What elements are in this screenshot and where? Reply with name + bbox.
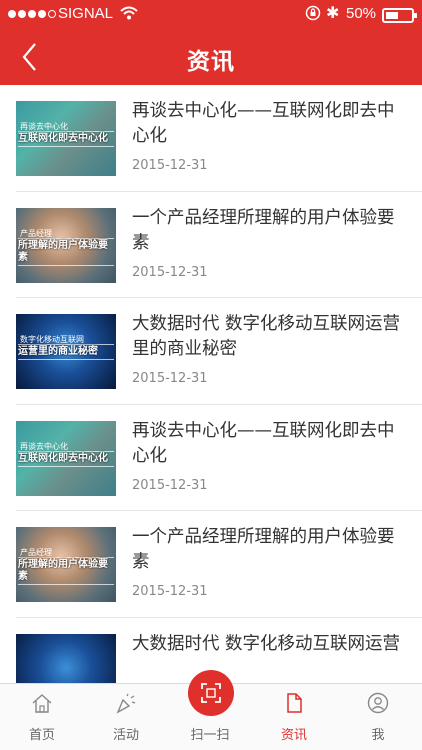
news-title: 大数据时代 数字化移动互联网运营里的商业秘密 [132, 314, 401, 359]
news-item[interactable]: 数字化移动互联网 运营里的商业秘密 大数据时代 数字化移动互联网运营里的商业秘密 20… [16, 298, 422, 405]
tab-activity-label: 活动 [112, 728, 139, 743]
news-item[interactable]: 再谈去中心化 互联网化即去中心化 再谈去中心化——互联网化即去中心化 2015-12-… [16, 85, 422, 192]
news-thumbnail: 再谈去中心化 互联网化即去中心化 [16, 101, 116, 176]
party-icon [116, 693, 136, 714]
tab-me[interactable]: 我 [336, 684, 420, 750]
carrier-name: SIGNAL [58, 5, 114, 22]
battery-icon [382, 8, 417, 23]
tab-activity[interactable]: 活动 [84, 684, 168, 750]
thumbnail-caption: 互联网化即去中心化 [18, 450, 114, 467]
thumbnail-caption: 互联网化即去中心化 [18, 131, 114, 147]
news-title: 大数据时代 数字化移动互联网运营 [132, 633, 401, 654]
document-icon [287, 693, 302, 713]
tab-scan[interactable]: 扫一扫 [168, 670, 252, 750]
news-item[interactable]: 再谈去中心化 互联网化即去中心化 再谈去中心化——互联网化即去中心化 2015-12-… [16, 405, 422, 511]
status-bar: SIGNAL ✱ 50% [0, 0, 422, 28]
bluetooth-icon: ✱ [326, 3, 340, 22]
tab-news-label: 资讯 [280, 728, 307, 743]
tab-home[interactable]: 首页 [0, 684, 84, 750]
scan-icon [201, 683, 221, 703]
thumbnail-caption: 运营里的商业秘密 [18, 344, 114, 360]
news-date: 2015-12-31 [132, 158, 208, 173]
tab-scan-label: 扫一扫 [190, 728, 230, 743]
tab-me-label: 我 [371, 728, 385, 743]
news-date: 2015-12-31 [132, 264, 208, 280]
news-date: 2015-12-31 [132, 371, 208, 386]
thumbnail-caption: 所理解的用户体验要素 [18, 237, 114, 266]
news-item[interactable]: 产品经理 所理解的用户体验要素 一个产品经理所理解的用户体验要素 2015-12-31 [16, 192, 422, 298]
battery-level [386, 12, 398, 19]
news-title: 再谈去中心化——互联网化即去中心化 [132, 101, 395, 146]
home-icon [32, 694, 52, 713]
news-thumbnail: 再谈去中心化 互联网化即去中心化 [16, 420, 116, 496]
news-thumbnail: 数字化移动互联网 运营里的商业秘密 [16, 314, 116, 389]
thumbnail-caption: 所理解的用户体验要素 [18, 557, 114, 585]
wifi-icon [120, 6, 138, 20]
tab-bar: 首页 活动 扫一扫 资讯 我 [0, 670, 422, 750]
news-title: 再谈去中心化——互联网化即去中心化 [132, 420, 395, 466]
rotation-lock-icon [305, 5, 321, 21]
page-title: 资讯 [187, 49, 235, 75]
news-list: 再谈去中心化 互联网化即去中心化 再谈去中心化——互联网化即去中心化 2015-12-… [0, 85, 422, 683]
news-date: 2015-12-31 [132, 477, 208, 493]
news-title: 一个产品经理所理解的用户体验要素 [132, 527, 395, 572]
news-item[interactable]: 产品经理 所理解的用户体验要素 一个产品经理所理解的用户体验要素 2015-12-31 [16, 511, 422, 618]
scan-button[interactable] [188, 670, 234, 716]
news-thumbnail [16, 633, 116, 683]
news-date: 2015-12-31 [132, 584, 208, 599]
battery-percent: 50% [346, 5, 377, 22]
app-header: SIGNAL ✱ 50% 资讯 [0, 0, 422, 85]
news-thumbnail: 产品经理 所理解的用户体验要素 [16, 207, 116, 283]
news-thumbnail: 产品经理 所理解的用户体验要素 [16, 527, 116, 602]
signal-strength-icon [8, 10, 56, 18]
profile-icon [367, 692, 389, 714]
tab-home-label: 首页 [28, 728, 55, 743]
tab-news[interactable]: 资讯 [252, 684, 336, 750]
news-title: 一个产品经理所理解的用户体验要素 [132, 207, 395, 253]
